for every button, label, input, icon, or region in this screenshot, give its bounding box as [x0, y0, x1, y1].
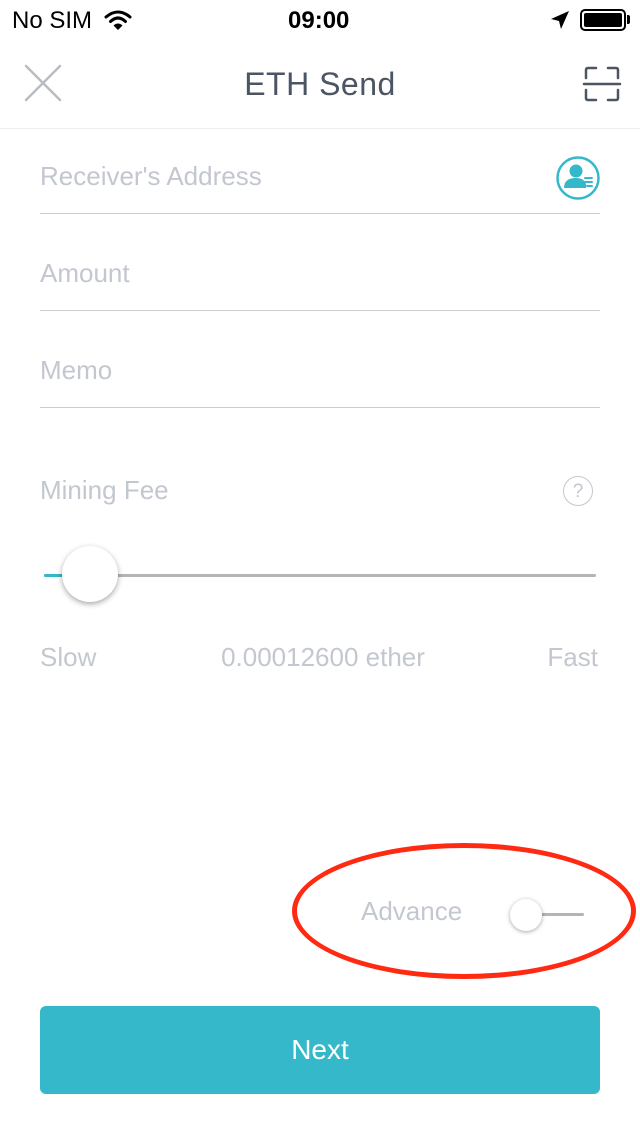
- contacts-button[interactable]: [556, 156, 600, 200]
- clock: 09:00: [288, 7, 350, 34]
- mining-fee-label: Mining Fee: [40, 475, 169, 505]
- battery-cap: [627, 15, 630, 24]
- scan-button[interactable]: [582, 64, 622, 104]
- fast-label: Fast: [547, 642, 598, 672]
- help-button[interactable]: ?: [563, 476, 593, 506]
- help-icon: ?: [572, 480, 584, 502]
- location-arrow-icon: [551, 11, 569, 29]
- receiver-address-input[interactable]: Receiver's Address: [40, 161, 540, 192]
- next-button[interactable]: Next: [40, 1006, 600, 1094]
- contacts-icon: [556, 156, 600, 200]
- slider-thumb[interactable]: [62, 546, 118, 602]
- nav-divider: [0, 128, 640, 129]
- amount-input[interactable]: Amount: [40, 258, 600, 289]
- next-button-label: Next: [291, 1034, 349, 1065]
- annotation-circle: [292, 843, 636, 979]
- page-title: ETH Send: [244, 66, 396, 102]
- amount-underline: [40, 310, 600, 311]
- receiver-underline: [40, 213, 600, 214]
- carrier-label: No SIM: [12, 7, 93, 34]
- memo-input[interactable]: Memo: [40, 355, 600, 386]
- battery-icon: [580, 9, 626, 31]
- wifi-icon: [104, 10, 132, 30]
- slider-track: [44, 574, 596, 577]
- status-bar: No SIM 09:00: [0, 0, 640, 40]
- memo-underline: [40, 407, 600, 408]
- scan-icon: [582, 66, 622, 102]
